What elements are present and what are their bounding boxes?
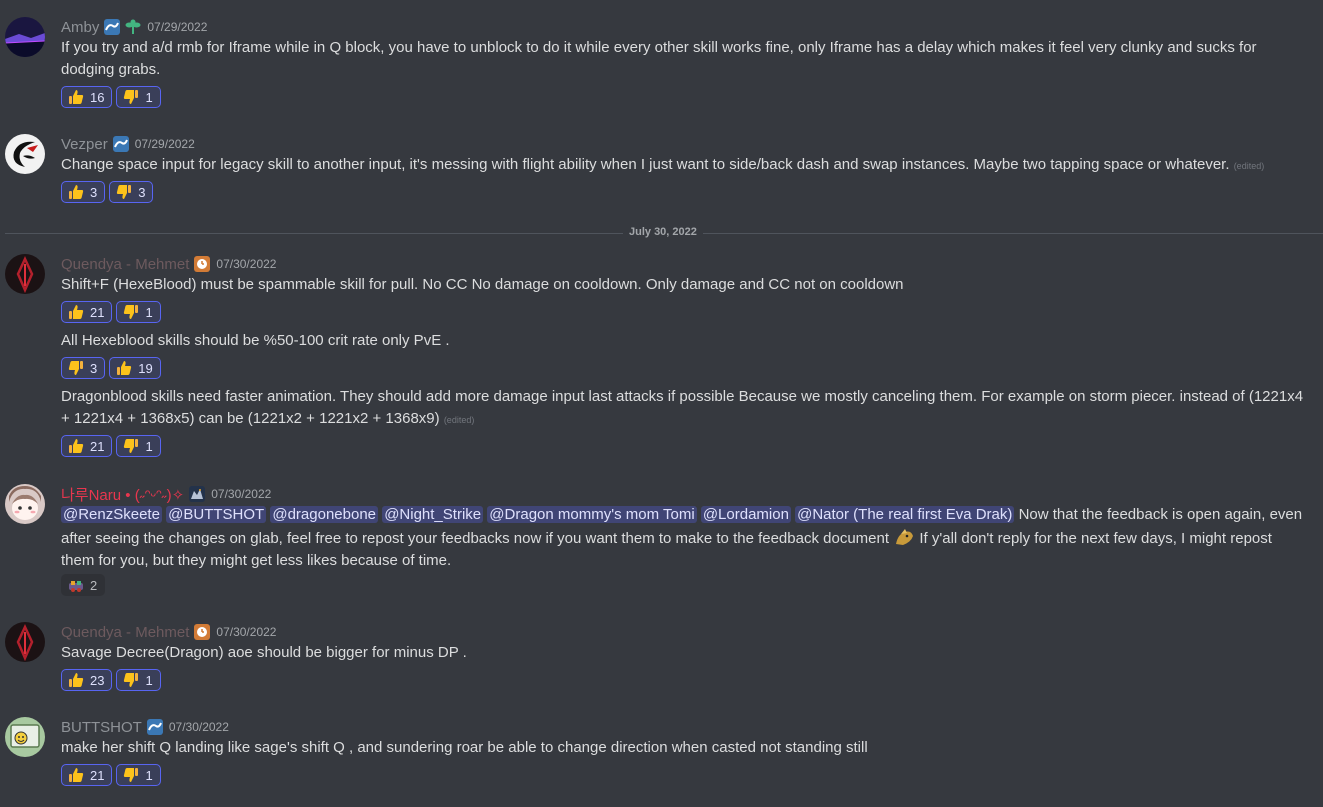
reaction-thumbs-down[interactable]: 1 <box>116 301 161 323</box>
username[interactable]: Quendya - Mehmet <box>61 256 189 273</box>
thumbs-up-icon <box>69 768 84 782</box>
reaction-count: 23 <box>90 672 105 688</box>
thumbs-up-icon <box>69 185 84 199</box>
username[interactable]: Quendya - Mehmet <box>61 624 189 641</box>
message-text: Savage Decree(Dragon) aoe should be bigg… <box>61 644 467 661</box>
clock-badge-icon <box>193 255 211 273</box>
reaction-count: 1 <box>145 767 153 783</box>
reaction-count: 21 <box>90 438 105 454</box>
thumbs-down-icon <box>68 361 83 375</box>
reaction-count: 3 <box>90 360 98 376</box>
thumbs-up-icon <box>69 305 84 319</box>
reaction-count: 3 <box>138 184 146 200</box>
message-text: make her shift Q landing like sage's shi… <box>61 739 868 756</box>
message-text: All Hexeblood skills should be %50-100 c… <box>61 332 450 349</box>
wave-badge-icon <box>112 135 130 153</box>
mention[interactable]: @RenzSkeete <box>61 506 162 523</box>
thumbs-up-icon <box>117 361 132 375</box>
message-text: Dragonblood skills need faster animation… <box>61 386 1306 431</box>
message-text: Change space input for legacy skill to a… <box>61 154 1306 177</box>
username[interactable]: Vezper <box>61 136 108 153</box>
reaction-thumbs-up[interactable]: 3 <box>61 181 106 203</box>
reaction-thumbs-down[interactable]: 1 <box>116 435 161 457</box>
username[interactable]: Amby <box>61 19 99 36</box>
reaction-count: 19 <box>138 360 153 376</box>
edited-label: (edited) <box>1233 161 1265 171</box>
reaction-thumbs-down[interactable]: 1 <box>116 764 161 786</box>
custom-emoji-icon <box>896 529 914 545</box>
clock-badge-icon <box>193 623 211 641</box>
timestamp: 07/29/2022 <box>134 137 195 151</box>
timestamp: 07/30/2022 <box>216 625 277 639</box>
timestamp: 07/30/2022 <box>211 487 272 501</box>
message-text: Shift+F (HexeBlood) must be spammable sk… <box>61 276 904 293</box>
leaf-badge-icon <box>124 18 142 36</box>
thumbs-up-icon <box>69 90 84 104</box>
reaction-thumbs-up[interactable]: 21 <box>61 764 113 786</box>
wave-badge-icon <box>146 718 164 736</box>
mention[interactable]: @Night_Strike <box>382 506 484 523</box>
edited-label: (edited) <box>443 415 475 425</box>
reaction-thumbs-down[interactable]: 3 <box>61 357 106 379</box>
reaction-count: 1 <box>145 672 153 688</box>
reaction-count: 1 <box>145 89 153 105</box>
avatar[interactable] <box>5 254 45 294</box>
mention[interactable]: @Lordamion <box>700 506 791 523</box>
message-text: @RenzSkeete @BUTTSHOT @dragonebone @Nigh… <box>61 504 1306 572</box>
thumbs-down-icon <box>124 439 139 453</box>
mention[interactable]: @dragonebone <box>270 506 379 523</box>
message-text: If you try and a/d rmb for Iframe while … <box>61 39 1257 78</box>
reaction-thumbs-down[interactable]: 3 <box>109 181 154 203</box>
timestamp: 07/30/2022 <box>216 257 277 271</box>
avatar[interactable] <box>5 622 45 662</box>
reaction-thumbs-up[interactable]: 21 <box>61 435 113 457</box>
message-body: Dragonblood skills need faster animation… <box>61 388 1304 427</box>
avatar[interactable] <box>5 484 45 524</box>
username[interactable]: BUTTSHOT <box>61 719 142 736</box>
thumbs-down-icon <box>124 90 139 104</box>
thumbs-up-icon <box>69 673 84 687</box>
custom-emoji-icon <box>69 581 83 592</box>
mention[interactable]: @Dragon mommy's mom Tomi <box>487 506 697 523</box>
reaction-count: 21 <box>90 767 105 783</box>
reaction-count: 1 <box>145 304 153 320</box>
reaction-count: 21 <box>90 304 105 320</box>
reaction-count: 3 <box>90 184 98 200</box>
username[interactable]: 나루Naru • (˶ᵔᵕᵔ˶)✧ <box>61 484 184 505</box>
reaction-custom[interactable]: 2 <box>61 574 106 596</box>
thumbs-up-icon <box>69 439 84 453</box>
thumbs-down-icon <box>124 305 139 319</box>
mention[interactable]: @BUTTSHOT <box>166 506 267 523</box>
reaction-count: 16 <box>90 89 105 105</box>
timestamp: 07/30/2022 <box>168 720 229 734</box>
thumbs-down-icon <box>117 185 132 199</box>
reaction-count: 1 <box>145 438 153 454</box>
wave-badge-icon <box>103 18 121 36</box>
date-divider-label: July 30, 2022 <box>623 226 703 238</box>
reaction-thumbs-down[interactable]: 1 <box>116 86 161 108</box>
reaction-count: 2 <box>90 577 98 593</box>
reaction-thumbs-down[interactable]: 1 <box>116 669 161 691</box>
avatar[interactable] <box>5 17 45 57</box>
reaction-thumbs-up[interactable]: 19 <box>109 357 161 379</box>
avatar[interactable] <box>5 717 45 757</box>
avatar[interactable] <box>5 134 45 174</box>
timestamp: 07/29/2022 <box>147 20 208 34</box>
mention[interactable]: @Nator (The real first Eva Drak) <box>795 506 1015 523</box>
reaction-thumbs-up[interactable]: 21 <box>61 301 113 323</box>
message-body: Change space input for legacy skill to a… <box>61 156 1230 173</box>
reaction-thumbs-up[interactable]: 16 <box>61 86 113 108</box>
dragon-badge-icon <box>188 485 206 503</box>
thumbs-down-icon <box>124 673 139 687</box>
thumbs-down-icon <box>124 768 139 782</box>
reaction-thumbs-up[interactable]: 23 <box>61 669 113 691</box>
